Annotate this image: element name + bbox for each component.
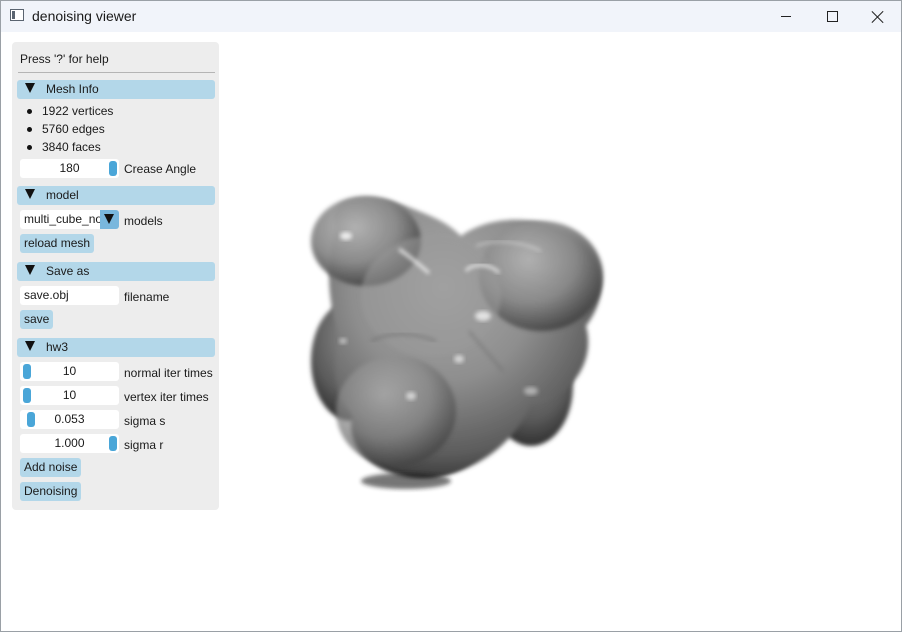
- app-icon: [10, 9, 24, 21]
- slider-grab-handle[interactable]: [109, 436, 117, 451]
- face-count: 3840 faces: [42, 140, 101, 154]
- normal-iter-label: normal iter times: [124, 366, 213, 380]
- slider-value: 1.000: [54, 436, 85, 450]
- collapse-triangle-icon: [25, 83, 35, 93]
- section-header-mesh-info[interactable]: Mesh Info: [17, 80, 215, 99]
- slider-grab-handle[interactable]: [23, 388, 31, 403]
- collapse-triangle-icon: [25, 189, 35, 199]
- title-bar[interactable]: denoising viewer: [1, 1, 901, 32]
- divider: [18, 72, 215, 73]
- sigma-s-label: sigma s: [124, 414, 166, 428]
- maximize-icon: [826, 11, 838, 22]
- crease-angle-slider[interactable]: 180: [20, 159, 119, 178]
- slider-grab-handle[interactable]: [27, 412, 35, 427]
- vertex-iter-slider[interactable]: 10: [20, 386, 119, 405]
- crease-angle-label: Crease Angle: [124, 162, 197, 176]
- section-title: model: [46, 188, 79, 202]
- dropdown-arrow-icon: [100, 210, 119, 229]
- filename-label: filename: [124, 290, 170, 304]
- collapse-triangle-icon: [25, 341, 35, 351]
- model-select[interactable]: multi_cube_noi: [20, 210, 100, 229]
- save-button[interactable]: save: [20, 310, 54, 329]
- section-title: Mesh Info: [46, 82, 99, 96]
- bullet-icon: [27, 127, 32, 132]
- slider-value: 10: [62, 388, 77, 402]
- collapse-triangle-icon: [25, 265, 35, 275]
- denoising-button[interactable]: Denoising: [20, 482, 82, 501]
- section-title: Save as: [46, 264, 90, 278]
- vertex-iter-label: vertex iter times: [124, 390, 209, 404]
- minimize-button[interactable]: [763, 1, 809, 32]
- maximize-button[interactable]: [809, 1, 855, 32]
- models-label: models: [124, 214, 163, 228]
- minimize-icon: [781, 16, 791, 17]
- slider-value: 180: [59, 161, 80, 175]
- slider-grab-handle[interactable]: [109, 161, 117, 176]
- close-button[interactable]: [855, 1, 901, 32]
- filename-value: save.obj: [24, 288, 69, 302]
- mesh-viewport[interactable]: [231, 41, 891, 621]
- slider-value: 10: [62, 364, 77, 378]
- control-panel: Press '?' for help Mesh Info 1922 vertic…: [12, 42, 219, 510]
- section-header-hw3[interactable]: hw3: [17, 338, 215, 357]
- slider-grab-handle[interactable]: [23, 364, 31, 379]
- bullet-icon: [27, 145, 32, 150]
- sigma-r-label: sigma r: [124, 438, 164, 452]
- sigma-r-slider[interactable]: 1.000: [20, 434, 119, 453]
- bullet-icon: [27, 109, 32, 114]
- vertex-count: 1922 vertices: [42, 104, 114, 118]
- sigma-s-slider[interactable]: 0.053: [20, 410, 119, 429]
- normal-iter-slider[interactable]: 10: [20, 362, 119, 381]
- filename-input[interactable]: save.obj: [20, 286, 119, 305]
- model-select-dropdown[interactable]: [100, 210, 119, 229]
- selected-model: multi_cube_noi: [24, 212, 100, 226]
- add-noise-button[interactable]: Add noise: [20, 458, 82, 477]
- help-text: Press '?' for help: [20, 52, 109, 66]
- window-title: denoising viewer: [32, 8, 137, 24]
- close-icon: [872, 11, 884, 23]
- reload-mesh-button[interactable]: reload mesh: [20, 234, 95, 253]
- section-header-save-as[interactable]: Save as: [17, 262, 215, 281]
- section-header-model[interactable]: model: [17, 186, 215, 205]
- section-title: hw3: [46, 340, 69, 354]
- app-window: denoising viewer Press '?' for help Mesh…: [0, 0, 902, 632]
- edge-count: 5760 edges: [42, 122, 105, 136]
- noisy-mesh: [311, 196, 603, 489]
